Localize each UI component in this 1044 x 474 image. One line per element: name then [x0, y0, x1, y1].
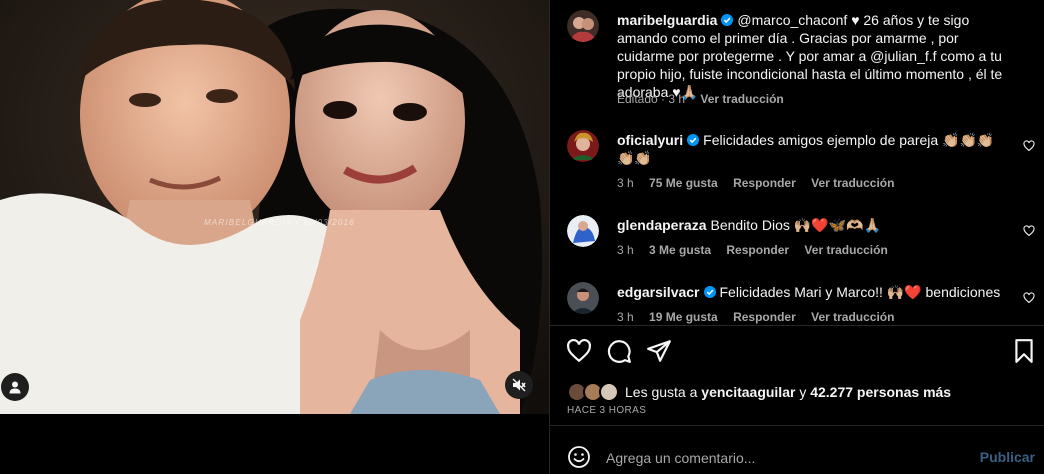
comment-composer: Publicar: [550, 440, 1044, 474]
muted-speaker-icon: [512, 378, 526, 392]
comment-time: 3 h: [617, 310, 634, 324]
heart-icon[interactable]: [1023, 225, 1035, 237]
comment-text-block: glendaperaza Bendito Dios 🙌🏼❤️🦋🫶🏼🙏🏼: [617, 216, 1005, 234]
paper-plane-icon[interactable]: [646, 338, 672, 364]
user-icon: [9, 381, 21, 394]
post-details-panel: maribelguardia @marco_chaconf ♥ 26 años y…: [549, 0, 1044, 474]
caption-edited: Editado · 3 h: [617, 92, 686, 106]
avatar[interactable]: [567, 10, 599, 42]
post-actions: [550, 338, 1044, 366]
smiley-icon[interactable]: [567, 445, 591, 469]
likes-user[interactable]: yencitaaguilar: [701, 384, 795, 400]
reply-button[interactable]: Responder: [733, 176, 796, 190]
translate-link[interactable]: Ver traducción: [804, 243, 887, 257]
tagged-users-button[interactable]: [1, 373, 29, 401]
comment-username[interactable]: oficialyuri: [617, 132, 683, 148]
verified-badge-icon: [703, 286, 716, 298]
caption-text-block: maribelguardia @marco_chaconf ♥ 26 años y…: [617, 11, 1005, 101]
comment-meta: 3 h 75 Me gusta Responder Ver traducción: [617, 176, 906, 190]
comment-likes[interactable]: 75 Me gusta: [649, 176, 718, 190]
comment-text: Bendito Dios 🙌🏼❤️🦋🫶🏼🙏🏼: [710, 217, 881, 233]
reply-button[interactable]: Responder: [726, 243, 789, 257]
caption-meta: Editado · 3 h Ver traducción: [617, 92, 796, 106]
comment-text: Felicidades Mari y Marco!! 🙌🏼❤️ bendicio…: [719, 284, 1001, 300]
comment-meta: 3 h 3 Me gusta Responder Ver traducción: [617, 243, 900, 257]
comment-likes[interactable]: 19 Me gusta: [649, 310, 718, 324]
publish-button[interactable]: Publicar: [980, 449, 1035, 465]
translate-link[interactable]: Ver traducción: [811, 310, 894, 324]
verified-badge-icon: [687, 134, 700, 146]
likes-middle: y: [799, 384, 807, 400]
comment-text-block: oficialyuri Felicidades amigos ejemplo de…: [617, 131, 1005, 167]
avatar[interactable]: [567, 282, 599, 314]
likes-summary[interactable]: Les gusta a yencitaaguilar y 42.277 pers…: [567, 382, 951, 402]
verified-badge-icon: [721, 14, 734, 26]
translate-link[interactable]: Ver traducción: [700, 92, 783, 106]
liker-avatars: [567, 382, 621, 402]
avatar-image: [567, 130, 599, 162]
post-timestamp[interactable]: HACE 3 HORAS: [567, 405, 646, 416]
comment-meta: 3 h 19 Me gusta Responder Ver traducción: [617, 310, 906, 324]
avatar-image: [567, 215, 599, 247]
heart-icon[interactable]: [1023, 292, 1035, 304]
comment-icon[interactable]: [606, 338, 632, 364]
comment-username[interactable]: glendaperaza: [617, 217, 706, 233]
comment-input[interactable]: [606, 448, 966, 468]
reply-button[interactable]: Responder: [733, 310, 796, 324]
comment-username[interactable]: edgarsilvacr: [617, 284, 700, 300]
post-video[interactable]: MARIBELGUARDIA • 10/03/2016: [0, 0, 549, 414]
avatar-image: [567, 282, 599, 314]
video-watermark: MARIBELGUARDIA • 10/03/2016: [204, 218, 355, 227]
likes-count[interactable]: 42.277 personas más: [810, 384, 951, 400]
comment-time: 3 h: [617, 176, 634, 190]
avatar[interactable]: [567, 130, 599, 162]
divider: [550, 425, 1044, 426]
mute-toggle-button[interactable]: [505, 371, 533, 399]
avatar: [599, 382, 619, 402]
comment-text-block: edgarsilvacr Felicidades Mari y Marco!! 🙌…: [617, 283, 1005, 301]
heart-icon[interactable]: [566, 338, 592, 364]
caption-username[interactable]: maribelguardia: [617, 12, 717, 28]
comment-time: 3 h: [617, 243, 634, 257]
comments-list[interactable]: maribelguardia @marco_chaconf ♥ 26 años y…: [550, 0, 1044, 325]
post-photo: [0, 0, 549, 414]
likes-prefix: Les gusta a: [625, 384, 698, 400]
divider: [550, 325, 1044, 326]
instagram-post-modal: MARIBELGUARDIA • 10/03/2016 maribelguard…: [0, 0, 1044, 474]
translate-link[interactable]: Ver traducción: [811, 176, 894, 190]
heart-icon[interactable]: [1023, 140, 1035, 152]
avatar[interactable]: [567, 215, 599, 247]
comment-likes[interactable]: 3 Me gusta: [649, 243, 711, 257]
media-letterbox: [0, 414, 549, 474]
avatar-image: [567, 10, 599, 42]
bookmark-icon[interactable]: [1011, 338, 1037, 364]
